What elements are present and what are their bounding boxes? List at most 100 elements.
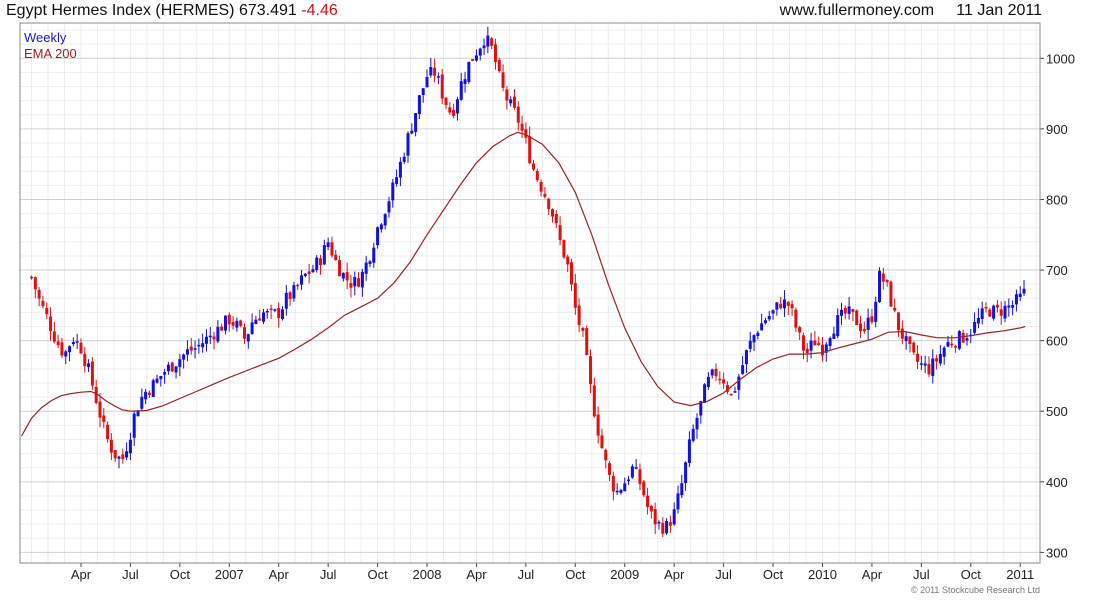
candle-body-up xyxy=(368,261,372,265)
candle-body-up xyxy=(185,349,189,355)
candle-body-up xyxy=(1007,305,1011,308)
candle-body-down xyxy=(646,495,650,507)
candle-body-down xyxy=(801,335,805,351)
candle-body-up xyxy=(836,315,840,337)
candle-body-down xyxy=(490,38,494,46)
candle-body-up xyxy=(775,302,779,310)
candle-body-down xyxy=(98,401,102,418)
candle-body-down xyxy=(220,326,224,331)
candle-body-down xyxy=(524,129,528,138)
candle-body-up xyxy=(482,45,486,49)
candle-body-down xyxy=(554,213,558,224)
candle-body-up xyxy=(159,376,163,380)
candle-body-up xyxy=(421,88,425,95)
candle-body-up xyxy=(208,335,212,338)
candle-body-up xyxy=(691,428,695,441)
candle-body-up xyxy=(980,308,984,319)
candle-body-up xyxy=(676,493,680,510)
candle-body-down xyxy=(121,454,125,460)
candle-body-down xyxy=(433,67,437,76)
candle-body-up xyxy=(904,336,908,341)
candle-body-down xyxy=(855,310,859,326)
candle-body-down xyxy=(600,435,604,449)
candle-body-down xyxy=(950,343,954,346)
candle-body-up xyxy=(261,312,265,322)
candle-body-up xyxy=(957,331,961,349)
candle-body-down xyxy=(147,392,151,396)
candle-body-down xyxy=(642,481,646,496)
candle-body-down xyxy=(798,327,802,333)
candle-body-up xyxy=(474,55,478,61)
candle-body-down xyxy=(94,387,98,403)
candle-body-down xyxy=(497,59,501,72)
candle-body-up xyxy=(315,257,319,271)
candle-body-down xyxy=(307,271,311,275)
candle-body-down xyxy=(661,522,665,534)
candle-body-down xyxy=(550,209,554,217)
candle-body-down xyxy=(60,342,64,356)
candle-body-up xyxy=(379,224,383,230)
candle-body-down xyxy=(995,304,999,308)
candle-body-down xyxy=(935,358,939,362)
candle-body-up xyxy=(706,376,710,388)
candle-body-up xyxy=(703,384,707,403)
candle-body-down xyxy=(528,136,532,164)
candle-body-up xyxy=(710,369,714,376)
candle-body-down xyxy=(531,163,535,170)
candle-body-up xyxy=(151,380,155,398)
candle-body-up xyxy=(144,391,148,400)
candle-body-up xyxy=(763,320,767,324)
candle-body-up xyxy=(417,95,421,115)
candle-body-up xyxy=(1022,288,1026,294)
candle-body-up xyxy=(878,270,882,303)
candle-body-up xyxy=(657,521,661,524)
x-tick-label: Jul xyxy=(913,567,930,582)
candle-body-down xyxy=(37,289,41,299)
candle-body-down xyxy=(319,258,323,266)
candle-body-down xyxy=(984,306,988,309)
y-tick-label: 300 xyxy=(1046,545,1068,560)
candle-body-up xyxy=(71,341,75,345)
candle-body-down xyxy=(56,341,60,346)
candle-body-up xyxy=(992,305,996,319)
candle-body-up xyxy=(767,316,771,320)
candle-body-up xyxy=(246,334,250,342)
candle-body-down xyxy=(239,320,243,326)
candle-body-up xyxy=(235,320,239,328)
candle-body-down xyxy=(573,282,577,308)
x-tick-label: Oct xyxy=(961,567,982,582)
candle-body-up xyxy=(87,363,91,368)
candle-body-up xyxy=(1018,293,1022,298)
candle-body-up xyxy=(931,358,935,376)
candle-body-up xyxy=(182,354,186,360)
candle-body-up xyxy=(178,359,182,368)
y-tick-label: 1000 xyxy=(1046,51,1075,66)
candle-body-down xyxy=(444,97,448,105)
candle-body-up xyxy=(383,214,387,226)
candle-body-down xyxy=(653,509,657,525)
candle-body-down xyxy=(999,309,1003,316)
candle-body-down xyxy=(547,198,551,210)
candle-body-down xyxy=(357,278,361,287)
candle-body-up xyxy=(665,520,669,534)
candle-body-up xyxy=(737,376,741,390)
candle-body-down xyxy=(30,276,34,279)
candle-body-up xyxy=(395,177,399,184)
candle-body-up xyxy=(166,364,170,372)
candle-body-up xyxy=(68,346,72,353)
candle-body-up xyxy=(64,351,68,357)
candle-body-up xyxy=(201,343,205,348)
candle-body-up xyxy=(174,366,178,373)
candle-body-down xyxy=(897,312,901,331)
candle-body-down xyxy=(912,342,916,353)
candle-body-up xyxy=(303,273,307,276)
candle-body-up xyxy=(748,340,752,349)
x-tick-label: Oct xyxy=(170,567,191,582)
candle-body-up xyxy=(630,466,634,478)
candle-body-up xyxy=(847,306,851,314)
candle-body-down xyxy=(649,505,653,512)
candle-body-up xyxy=(360,271,364,288)
candle-body-up xyxy=(965,338,969,341)
x-tick-label: Oct xyxy=(565,567,586,582)
y-tick-label: 900 xyxy=(1046,122,1068,137)
